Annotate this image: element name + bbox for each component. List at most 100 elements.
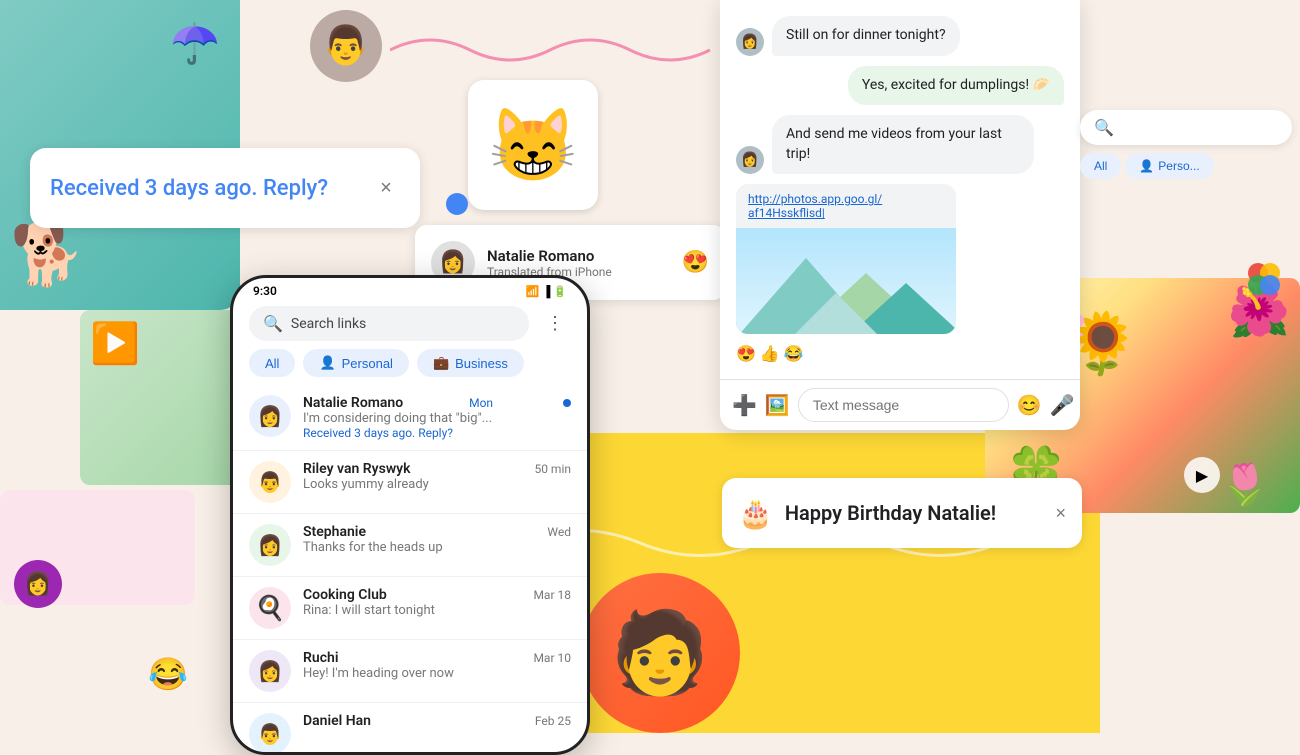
sticker-icon[interactable]: 🖼️: [765, 393, 790, 417]
chat-input-icons: ➕ 🖼️: [732, 393, 790, 417]
laughing-cat-emoji: 😂: [148, 655, 188, 693]
phone-status-icons: 📶 ▐ 🔋: [526, 285, 567, 298]
blue-dot-decoration: [446, 193, 468, 215]
reply-prompt-text: Received 3 days ago. Reply?: [50, 176, 372, 201]
conv-msg-cooking: Rina: I will start tonight: [303, 603, 571, 618]
msg-bubble-3: And send me videos from your last trip!: [772, 115, 1034, 174]
conv-name-stephanie: Stephanie: [303, 524, 366, 540]
conv-content-natalie: Natalie Romano Mon I'm considering doing…: [303, 395, 571, 440]
conv-msg-ruchi: Hey! I'm heading over now: [303, 666, 571, 681]
conv-name-ruchi: Ruchi: [303, 650, 338, 666]
conv-natalie[interactable]: 👩 Natalie Romano Mon I'm considering doi…: [233, 385, 587, 451]
search-tab-all[interactable]: All: [1080, 153, 1121, 179]
conv-content-riley: Riley van Ryswyk 50 min Looks yummy alre…: [303, 461, 571, 492]
cat-mascot-card: 😸: [468, 80, 598, 210]
mic-icon[interactable]: 🎤: [1050, 393, 1075, 417]
conv-name-natalie: Natalie Romano: [303, 395, 403, 411]
tab-business[interactable]: 💼Business: [417, 349, 524, 377]
play-button[interactable]: ▶: [1184, 457, 1220, 493]
phone-status-bar: 9:30 📶 ▐ 🔋: [233, 278, 587, 298]
conv-name-riley: Riley van Ryswyk: [303, 461, 411, 477]
search-ui-panel: 🔍 All 👤Perso...: [1080, 110, 1300, 179]
conv-avatar-natalie: 👩: [249, 395, 291, 437]
conv-avatar-cooking: 🍳: [249, 587, 291, 629]
reaction-3: 😂: [784, 344, 804, 363]
search-ui-tabs: All 👤Perso...: [1080, 153, 1292, 179]
wifi-icon: 📶: [526, 285, 540, 298]
msg-bubble-1: Still on for dinner tonight?: [772, 16, 960, 56]
chat-messages-area: 👩 Still on for dinner tonight? Yes, exci…: [720, 0, 1080, 379]
search-ui-bar[interactable]: 🔍: [1080, 110, 1292, 145]
msg-text-2: Yes, excited for dumplings! 🥟: [862, 77, 1050, 93]
msg-link-image: [736, 228, 956, 334]
chat-window: 👩 Still on for dinner tonight? Yes, exci…: [720, 0, 1080, 430]
conv-daniel[interactable]: 👨 Daniel Han Feb 25: [233, 703, 587, 755]
conv-time-ruchi: Mar 10: [533, 651, 571, 665]
tab-all[interactable]: All: [249, 349, 295, 377]
conversation-list: 👩 Natalie Romano Mon I'm considering doi…: [233, 385, 587, 755]
conv-ruchi[interactable]: 👩 Ruchi Mar 10 Hey! I'm heading over now: [233, 640, 587, 703]
conv-reply-natalie: Received 3 days ago. Reply?: [303, 426, 571, 440]
msg-row-1: 👩 Still on for dinner tonight?: [736, 16, 1064, 56]
msg-row-3: 👩 And send me videos from your last trip…: [736, 115, 1064, 174]
conv-time-riley: 50 min: [534, 462, 571, 476]
reply-close-button[interactable]: ×: [372, 174, 400, 202]
more-options-button[interactable]: ⋮: [539, 308, 571, 340]
battery-icon: 🔋: [553, 285, 567, 298]
chat-avatar-1: 👩: [736, 28, 764, 56]
conv-avatar-stephanie: 👩: [249, 524, 291, 566]
conv-avatar-ruchi: 👩: [249, 650, 291, 692]
birthday-close-button[interactable]: ×: [1055, 503, 1066, 524]
conv-content-stephanie: Stephanie Wed Thanks for the heads up: [303, 524, 571, 555]
phone-header: 🔍 Search links ⋮: [233, 298, 587, 349]
conv-time-stephanie: Wed: [547, 525, 571, 539]
reaction-1: 😍: [736, 344, 756, 363]
chat-text-input[interactable]: [798, 388, 1009, 422]
notif-name: Natalie Romano: [487, 247, 670, 265]
wavy-decoration-top: [390, 25, 720, 75]
chat-input-area: ➕ 🖼️ 😊 🎤: [720, 379, 1080, 430]
person-icon: 👤: [1139, 159, 1154, 173]
conv-time-natalie: Mon: [469, 396, 493, 410]
phone-search-bar[interactable]: 🔍 Search links: [249, 306, 529, 341]
conv-time-daniel: Feb 25: [535, 714, 571, 728]
conv-msg-stephanie: Thanks for the heads up: [303, 540, 571, 555]
birthday-notification: 🎂 Happy Birthday Natalie! ×: [722, 478, 1082, 548]
conv-avatar-daniel: 👨: [249, 713, 291, 755]
signal-icon: ▐: [543, 285, 551, 298]
emoji-icon[interactable]: 😊: [1017, 393, 1042, 417]
reply-prompt-card: Received 3 days ago. Reply? ×: [30, 148, 420, 228]
conv-content-ruchi: Ruchi Mar 10 Hey! I'm heading over now: [303, 650, 571, 681]
personal-icon: 👤: [319, 355, 335, 371]
phone-time: 9:30: [253, 284, 277, 298]
unread-dot-natalie: [563, 399, 571, 407]
avatar-top: 👨: [310, 10, 382, 82]
chat-avatar-3: 👩: [736, 146, 764, 174]
conv-time-cooking: Mar 18: [533, 588, 571, 602]
attach-icon[interactable]: ➕: [732, 393, 757, 417]
phone-mockup: 9:30 📶 ▐ 🔋 🔍 Search links ⋮ All 👤Persona…: [230, 275, 590, 755]
cat-emoji: 😸: [488, 103, 578, 188]
conv-content-cooking: Cooking Club Mar 18 Rina: I will start t…: [303, 587, 571, 618]
search-bar-text: Search links: [291, 316, 366, 332]
birthday-emoji: 🎂: [738, 497, 773, 530]
conv-cooking-club[interactable]: 🍳 Cooking Club Mar 18 Rina: I will start…: [233, 577, 587, 640]
msg-link-card[interactable]: http://photos.app.goo.gl/af14Hsskflisd|: [736, 184, 956, 334]
search-ui-icon: 🔍: [1094, 118, 1114, 137]
conv-name-daniel: Daniel Han: [303, 713, 371, 729]
conv-riley[interactable]: 👨 Riley van Ryswyk 50 min Looks yummy al…: [233, 451, 587, 514]
conv-avatar-riley: 👨: [249, 461, 291, 503]
conv-name-cooking: Cooking Club: [303, 587, 387, 603]
person-glasses-avatar: 🧑: [580, 573, 740, 733]
birthday-text: Happy Birthday Natalie!: [785, 501, 1044, 525]
reaction-2: 👍: [760, 344, 780, 363]
search-tab-personal[interactable]: 👤Perso...: [1125, 153, 1213, 179]
tab-personal[interactable]: 👤Personal: [303, 349, 409, 377]
small-avatar-left: 👩: [14, 560, 62, 608]
tabs-bar: All 👤Personal 💼Business: [233, 349, 587, 377]
search-icon: 🔍: [263, 314, 283, 333]
conv-stephanie[interactable]: 👩 Stephanie Wed Thanks for the heads up: [233, 514, 587, 577]
msg-link-url: http://photos.app.goo.gl/af14Hsskflisd|: [736, 184, 956, 228]
conv-msg-riley: Looks yummy already: [303, 477, 571, 492]
notif-content: Natalie Romano Translated from iPhone: [487, 247, 670, 279]
